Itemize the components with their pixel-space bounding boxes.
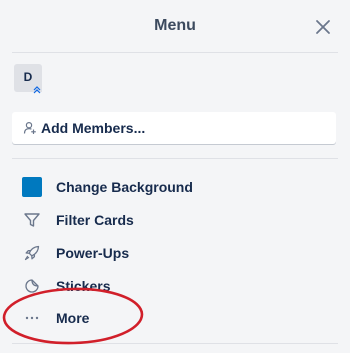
menu-bottom-divider	[12, 343, 338, 344]
more-icon	[22, 308, 42, 328]
add-members-button[interactable]: Add Members...	[12, 112, 336, 144]
color-swatch-icon	[22, 177, 42, 197]
menu-item-filter-cards[interactable]: Filter Cards	[12, 205, 338, 235]
menu-item-more[interactable]: More	[12, 303, 338, 333]
filter-icon	[22, 210, 42, 230]
add-members-label: Add Members...	[41, 120, 146, 136]
members-divider	[12, 158, 338, 159]
sticker-icon	[22, 276, 42, 296]
menu-item-change-background[interactable]: Change Background	[12, 172, 338, 202]
admin-chevron-icon	[32, 82, 42, 94]
menu-item-power-ups[interactable]: Power-Ups	[12, 238, 338, 268]
add-user-icon	[23, 121, 37, 135]
header-divider	[12, 52, 338, 53]
rocket-icon	[22, 243, 42, 263]
menu-item-label: Filter Cards	[56, 212, 134, 228]
menu-panel: Menu D Add Members... Change Background …	[0, 0, 350, 353]
menu-item-label: More	[56, 310, 90, 326]
member-avatar[interactable]: D	[14, 64, 42, 94]
menu-item-label: Change Background	[56, 179, 193, 195]
menu-item-label: Power-Ups	[56, 245, 130, 261]
menu-header: Menu	[0, 0, 350, 52]
menu-item-stickers[interactable]: Stickers	[12, 271, 338, 301]
close-icon[interactable]	[314, 18, 332, 36]
menu-item-label: Stickers	[56, 278, 111, 294]
menu-title: Menu	[154, 17, 196, 34]
